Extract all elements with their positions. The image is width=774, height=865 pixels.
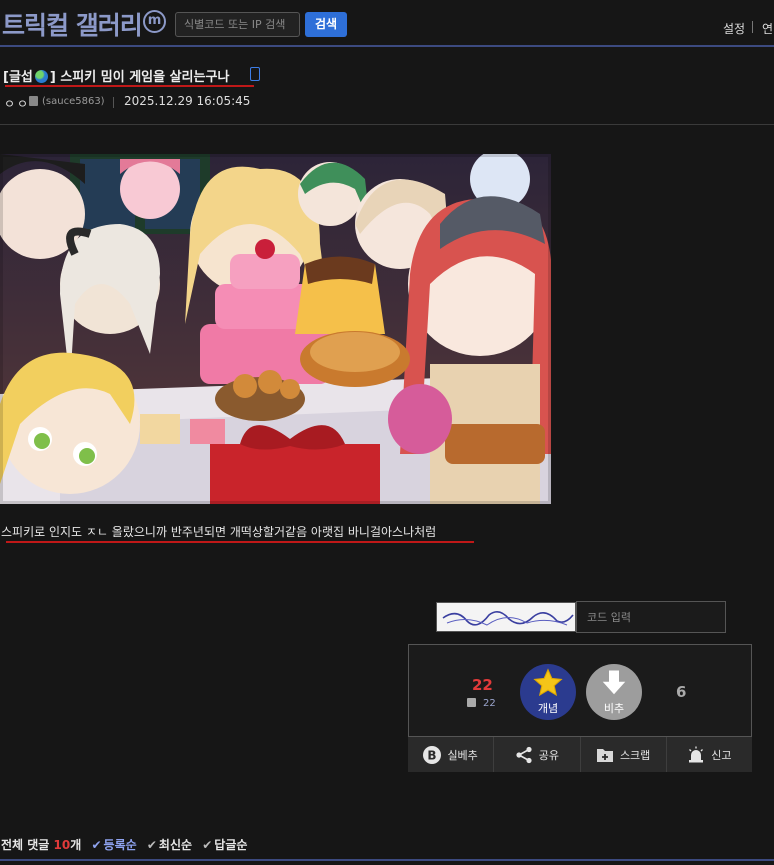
upvote-count: 22 <box>472 676 493 694</box>
header-link-truncated[interactable]: 연 <box>762 20 773 37</box>
header-separator <box>752 21 753 33</box>
settings-link[interactable]: 설정 <box>723 20 745 37</box>
down-arrow-icon <box>602 670 626 695</box>
captcha-code-input[interactable] <box>576 601 726 633</box>
upvote-label: 개념 <box>537 702 559 715</box>
post-title: [글섭 ] 스피키 밈이 게임을 살리는구나 <box>3 66 229 85</box>
mobile-icon <box>250 67 260 81</box>
star-icon <box>533 668 563 697</box>
globe-icon <box>34 70 48 83</box>
comment-count: 10 <box>53 838 71 852</box>
comment-total-label: 전체 댓글 <box>1 838 50 852</box>
body-underline <box>6 541 474 543</box>
scrap-button[interactable]: 스크랩 <box>581 737 667 772</box>
author-id[interactable]: (sauce5863) <box>42 96 105 107</box>
post-header-divider <box>0 124 774 125</box>
sort-by-latest[interactable]: ✔ 최신순 <box>147 838 192 852</box>
fixed-member-icon <box>29 96 38 106</box>
report-button[interactable]: 신고 <box>667 737 752 772</box>
check-icon: ✔ <box>91 838 102 852</box>
sort-by-registration[interactable]: ✔ 등록순 <box>91 838 136 852</box>
downvote-count: 6 <box>676 683 687 701</box>
share-button[interactable]: 공유 <box>494 737 581 772</box>
report-label: 신고 <box>711 748 732 762</box>
svg-text:B: B <box>428 748 437 762</box>
post-action-bar: B 실베추 공유 스크랩 신고 <box>408 736 752 772</box>
captcha-image <box>436 602 576 632</box>
comment-divider <box>0 859 774 861</box>
gallery-title[interactable]: 트릭컬 갤러리 <box>2 6 143 42</box>
header-divider <box>0 45 774 47</box>
post-image[interactable] <box>0 154 551 504</box>
post-title-main: ] 스피키 밈이 게임을 살리는구나 <box>49 70 230 85</box>
best-recommend-label: 실베추 <box>447 748 478 762</box>
search-button[interactable]: 검색 <box>305 12 347 37</box>
fixed-member-icon <box>467 698 476 707</box>
post-title-prefix: [글섭 <box>3 70 33 85</box>
comment-count-unit: 개 <box>70 838 82 852</box>
title-underline <box>5 85 254 87</box>
search-input[interactable] <box>175 12 300 37</box>
meta-separator <box>113 97 114 108</box>
siren-icon <box>689 746 704 762</box>
sort-by-replies[interactable]: ✔ 답글순 <box>202 838 247 852</box>
folder-plus-icon <box>596 748 613 762</box>
post-body-text: 스피키로 인지도 ㅈㄴ 올랐으니까 반주년되면 개떡상할거같음 아랫집 바니걸아… <box>1 525 437 539</box>
minor-gallery-badge-icon: m <box>143 10 166 33</box>
author-name[interactable]: ㅇㅇ <box>4 95 30 112</box>
b-badge-icon: B <box>423 745 442 764</box>
check-icon: ✔ <box>146 838 157 852</box>
post-date: 2025.12.29 16:05:45 <box>124 94 251 108</box>
comment-header: 전체 댓글 10개 ✔ 등록순 ✔ 최신순 ✔ 답글순 <box>1 836 247 853</box>
scrap-label: 스크랩 <box>619 748 651 762</box>
share-label: 공유 <box>538 748 559 762</box>
check-icon: ✔ <box>202 838 213 852</box>
downvote-label: 비추 <box>603 702 625 715</box>
best-recommend-button[interactable]: B 실베추 <box>408 737 495 772</box>
share-icon <box>516 746 532 763</box>
fixed-upvote-count: 22 <box>483 698 496 709</box>
